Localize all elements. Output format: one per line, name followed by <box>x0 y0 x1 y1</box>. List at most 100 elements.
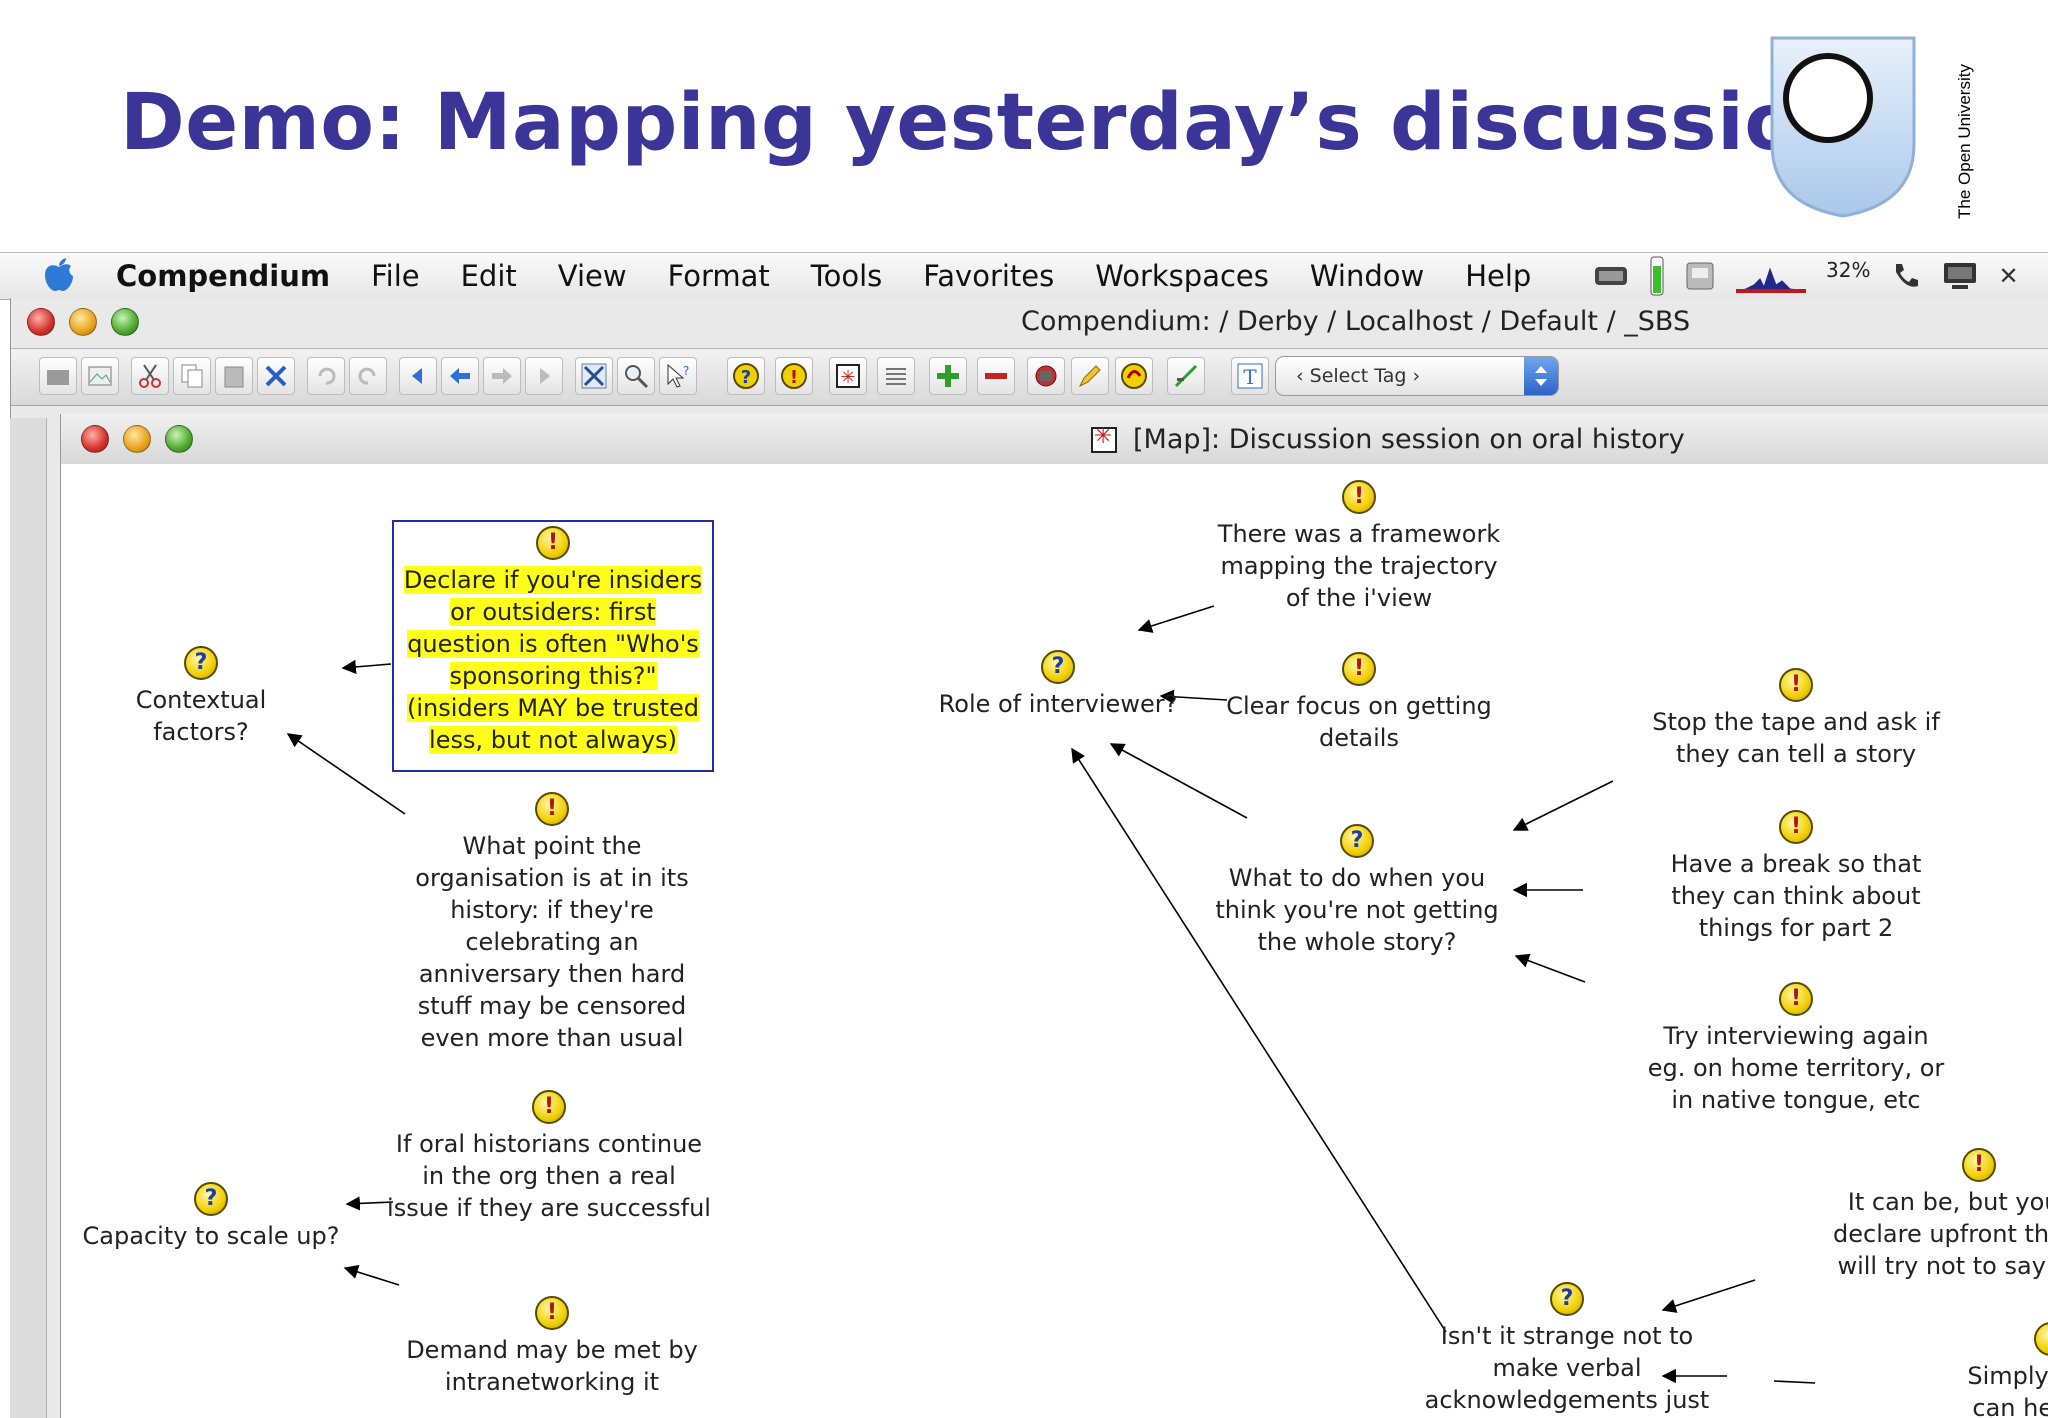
close-map-window-button[interactable] <box>81 425 109 453</box>
zoom-window-button[interactable] <box>111 308 139 336</box>
argument-node-button[interactable] <box>1115 357 1153 395</box>
node-label: Stop the tape and ask if they can tell a… <box>1652 708 1940 768</box>
map-node[interactable]: Isn't it strange not to make verbal ackn… <box>1419 1282 1715 1416</box>
search-button[interactable] <box>617 357 655 395</box>
battery-icon[interactable] <box>1594 264 1630 288</box>
paste-icon <box>224 366 244 388</box>
redo-button[interactable] <box>349 357 387 395</box>
picture-icon <box>88 366 112 386</box>
map-node[interactable]: If oral historians continue in the org t… <box>379 1090 719 1224</box>
menu-favorites[interactable]: Favorites <box>923 259 1054 293</box>
map-canvas[interactable]: Contextual factors? Declare if you're in… <box>61 464 2048 1418</box>
delete-button[interactable] <box>257 357 295 395</box>
close-window-button[interactable] <box>27 308 55 336</box>
link-line <box>341 659 392 675</box>
forward-history-button[interactable] <box>483 357 521 395</box>
map-node[interactable]: Contextual factors? <box>93 646 309 748</box>
node-label: Capacity to scale up? <box>82 1222 340 1250</box>
select-tag-dropdown[interactable]: ‹ Select Tag › <box>1275 356 1559 396</box>
apple-icon[interactable] <box>42 257 76 293</box>
map-node[interactable]: Try interviewing again eg. on home terri… <box>1621 982 1971 1116</box>
display-icon[interactable] <box>1942 261 1978 291</box>
disk-icon[interactable] <box>1684 260 1716 292</box>
close-map-button[interactable] <box>575 357 613 395</box>
window-title: Compendium: / Derby / Localhost / Defaul… <box>1021 306 1691 337</box>
menu-workspaces[interactable]: Workspaces <box>1095 259 1269 293</box>
map-node-icon: ✳ <box>836 364 860 388</box>
zoom-map-window-button[interactable] <box>165 425 193 453</box>
map-node[interactable]: Role of interviewer? <box>913 650 1203 720</box>
slide-title: Demo: Mapping yesterday’s discussions <box>120 78 1902 168</box>
cpu-monitor-icon[interactable] <box>1736 259 1806 293</box>
note-node-button[interactable] <box>1167 357 1205 395</box>
decision-node-button[interactable] <box>1071 357 1109 395</box>
node-label: Demand may be met by intranetworking it <box>406 1336 698 1396</box>
map-node[interactable]: Simply repeat can help to g <box>1901 1322 2048 1418</box>
image-button[interactable] <box>81 357 119 395</box>
arrow-right-icon <box>492 368 512 384</box>
exclamation-node-icon <box>1779 982 1813 1016</box>
redo-icon <box>358 367 376 385</box>
volume-percent: 32% <box>1826 258 1871 282</box>
map-close-icon <box>581 363 607 389</box>
back-button[interactable] <box>399 357 437 395</box>
node-label: Try interviewing again eg. on home terri… <box>1647 1022 1945 1114</box>
menu-edit[interactable]: Edit <box>461 259 517 293</box>
question-node-icon <box>1550 1282 1584 1316</box>
triangle-right-icon <box>540 368 550 384</box>
minimize-map-window-button[interactable] <box>123 425 151 453</box>
map-node[interactable]: What to do when you think you're not get… <box>1197 824 1517 958</box>
map-node[interactable]: Clear focus on getting details <box>1207 652 1511 754</box>
scissors-icon <box>139 364 161 388</box>
map-node[interactable]: There was a framework mapping the trajec… <box>1199 480 1519 614</box>
text-t-icon: T <box>1237 363 1263 389</box>
menu-view[interactable]: View <box>558 259 627 293</box>
chevron-updown-icon <box>1524 357 1558 395</box>
left-scrollbar[interactable] <box>10 418 47 1418</box>
map-icon <box>1091 424 1117 453</box>
map-node[interactable]: What point the organisation is at in its… <box>397 792 707 1054</box>
map-node[interactable]: Have a break so that they can think abou… <box>1621 810 1971 944</box>
map-node[interactable]: Demand may be met by intranetworking it <box>397 1296 707 1398</box>
signal-level-icon[interactable] <box>1650 256 1664 296</box>
menu-help[interactable]: Help <box>1465 259 1531 293</box>
map-node-button[interactable]: ✳ <box>829 357 867 395</box>
menu-file[interactable]: File <box>371 259 420 293</box>
map-node[interactable]: Capacity to scale up? <box>81 1182 341 1252</box>
menu-tools[interactable]: Tools <box>811 259 882 293</box>
copy-icon <box>181 364 203 388</box>
con-node-button[interactable] <box>977 357 1015 395</box>
list-node-button[interactable] <box>877 357 915 395</box>
phone-icon[interactable] <box>1890 260 1922 292</box>
paste-button[interactable] <box>215 357 253 395</box>
reference-node-button[interactable] <box>1027 357 1065 395</box>
menu-compendium[interactable]: Compendium <box>116 259 330 293</box>
back-history-button[interactable] <box>441 357 479 395</box>
exclamation-node-icon <box>2034 1322 2048 1356</box>
node-label: What point the organisation is at in its… <box>415 832 689 1052</box>
menu-window[interactable]: Window <box>1310 259 1424 293</box>
idea-node-button[interactable]: ! <box>775 357 813 395</box>
node-label: Declare if you're insiders or outsiders:… <box>403 566 703 754</box>
copy-button[interactable] <box>173 357 211 395</box>
map-node-selected[interactable]: Declare if you're insiders or outsiders:… <box>392 520 714 772</box>
help-pointer-button[interactable]: ? <box>659 357 697 395</box>
question-node-icon <box>1340 824 1374 858</box>
minimize-window-button[interactable] <box>69 308 97 336</box>
map-node[interactable]: It can be, but you can declare upfront t… <box>1799 1148 2048 1282</box>
open-button[interactable] <box>39 357 77 395</box>
pro-node-button[interactable] <box>929 357 967 395</box>
question-node-button[interactable]: ? <box>727 357 765 395</box>
cut-button[interactable] <box>131 357 169 395</box>
forward-button[interactable] <box>525 357 563 395</box>
menu-format[interactable]: Format <box>668 259 770 293</box>
undo-button[interactable] <box>307 357 345 395</box>
window-controls <box>27 308 153 336</box>
link-line <box>1514 953 1586 983</box>
list-node-icon <box>886 368 906 385</box>
close-icon[interactable]: ✕ <box>1998 262 2018 290</box>
node-label: What to do when you think you're not get… <box>1215 864 1499 956</box>
map-node[interactable]: Stop the tape and ask if they can tell a… <box>1621 668 1971 770</box>
text-tool-button[interactable]: T <box>1231 357 1269 395</box>
menu-bar: Compendium File Edit View Format Tools F… <box>0 252 2048 300</box>
